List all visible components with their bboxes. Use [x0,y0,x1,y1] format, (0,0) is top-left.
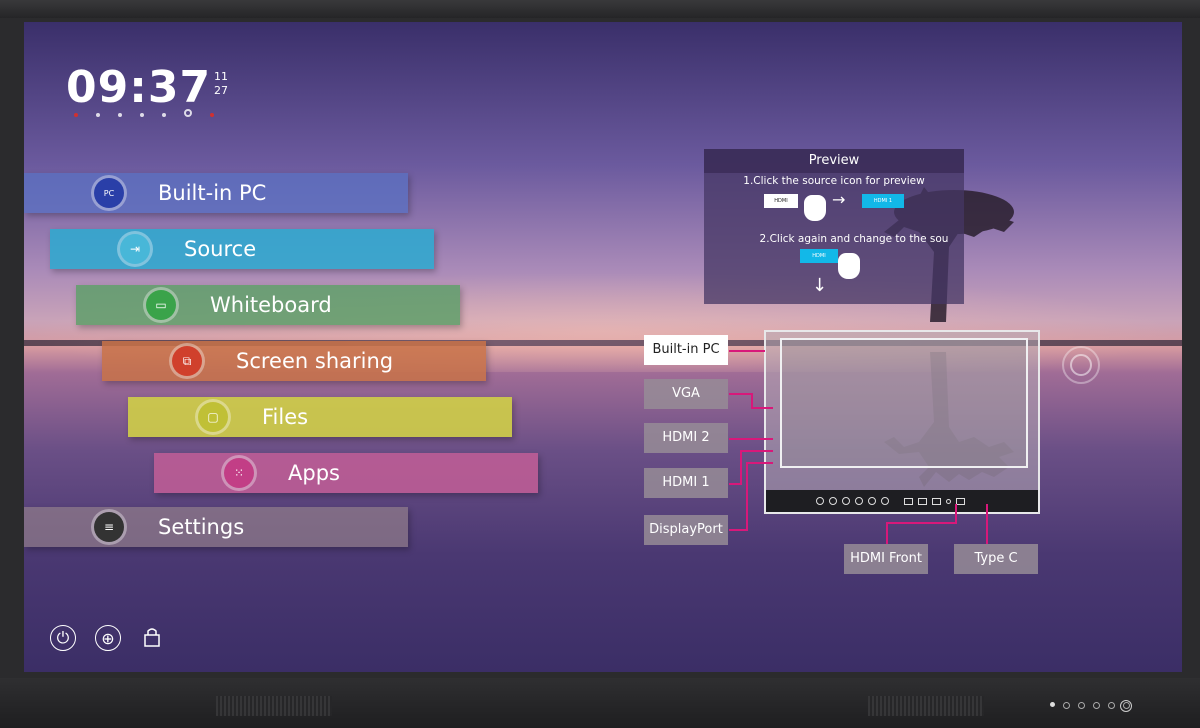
arrow-down-icon: ↓ [812,275,828,296]
menu-label: Source [184,237,257,261]
port-icon [868,497,876,505]
clock-time: 09:37 [66,62,212,113]
wire-hdmi-front [955,504,957,524]
page-indicator [74,109,214,117]
monitor-screen [780,338,1028,468]
page-dot [162,113,166,117]
mini-hdmi-1: HDMI 1 [862,194,904,208]
wire-displayport [746,462,773,464]
port-icon [904,497,913,505]
power-icon[interactable]: ⏻ [50,625,76,651]
apps-grid-icon: ⁙ [224,458,254,488]
home-screen: 09:37 11 27 PC Built-in PC ⇥ Source ▭ Wh… [24,22,1182,672]
arrow-right-icon: → [832,190,846,209]
preview-panel: Preview 1.Click the source icon for prev… [704,149,964,304]
lock-icon[interactable] [140,625,164,649]
page-dot [118,113,122,117]
wire-hdmi2 [729,438,773,440]
monitor-port-bar [766,490,1038,512]
port-built-in-pc-button[interactable]: Built-in PC [644,335,728,365]
wire-built-in-pc [729,350,765,352]
menu-source[interactable]: ⇥ Source [50,229,434,269]
port-icon [816,497,824,505]
menu-built-in-pc[interactable]: PC Built-in PC [24,173,408,213]
menu-label: Screen sharing [236,349,394,373]
source-icon: ⇥ [120,234,150,264]
port-vga-button[interactable]: VGA [644,379,728,409]
monitor-diagram [764,330,1040,514]
speaker-grille-right [868,696,984,716]
wire-hdmi-front [886,522,888,544]
hand-pointer-icon [804,195,826,221]
port-icon [881,497,889,505]
preview-title: Preview [704,149,964,173]
wire-displayport [729,529,747,531]
page-dot [140,113,144,117]
wire-vga [729,393,753,395]
wire-vga [751,407,773,409]
bezel-bottom [0,678,1200,728]
port-icon [855,497,863,505]
mini-hdmi-selected: HDMI [800,249,838,263]
menu-label: Whiteboard [210,293,332,317]
type-c-port-icon [956,497,965,505]
port-hdmi-front-button[interactable]: HDMI Front [844,544,928,574]
date-day: 27 [214,84,228,97]
port-icon [918,497,927,505]
wire-displayport [746,462,748,531]
page-dot [96,113,100,117]
menu-settings[interactable]: ≡ Settings [24,507,408,547]
menu-label: Built-in PC [158,181,267,205]
floating-menu-inner-icon [1070,354,1092,376]
wire-hdmi-front [886,522,957,524]
port-hdmi1-button[interactable]: HDMI 1 [644,468,728,498]
menu-screen-sharing[interactable]: ⧉ Screen sharing [102,341,486,381]
whiteboard-icon: ▭ [146,290,176,320]
settings-sliders-icon: ≡ [94,512,124,542]
port-icon [829,497,837,505]
date-month: 11 [214,70,228,83]
menu-files[interactable]: ▢ Files [128,397,512,437]
page-dot-active [184,109,192,117]
screen-sharing-icon: ⧉ [172,346,202,376]
menu-whiteboard[interactable]: ▭ Whiteboard [76,285,460,325]
folder-icon: ▢ [198,402,228,432]
menu-label: Apps [288,461,340,485]
port-hdmi2-button[interactable]: HDMI 2 [644,423,728,453]
menu-apps[interactable]: ⁙ Apps [154,453,538,493]
pc-icon: PC [94,178,124,208]
preview-step-2: 2.Click again and change to the sou [759,233,949,245]
hand-pointer-icon [838,253,860,279]
page-dot [210,113,214,117]
menu-label: Settings [158,515,245,539]
wire-hdmi1 [740,450,773,452]
globe-icon[interactable]: ⊕ [95,625,121,651]
port-type-c-button[interactable]: Type C [954,544,1038,574]
front-buttons [1050,702,1130,709]
clock-date: 11 27 [214,70,228,98]
menu-label: Files [262,405,309,429]
port-icon [946,498,951,504]
speaker-grille-left [216,696,332,716]
hdmi-front-port-icon [932,497,941,505]
port-icon [842,497,850,505]
port-displayport-button[interactable]: DisplayPort [644,515,728,545]
wire-hdmi1 [740,450,742,485]
wire-type-c [986,504,988,544]
bezel-top [0,0,1200,18]
hardware-power-button[interactable] [1120,700,1132,712]
mini-hdmi-source: HDMI [764,194,798,208]
page-dot [74,113,78,117]
preview-step-1: 1.Click the source icon for preview [743,175,925,187]
